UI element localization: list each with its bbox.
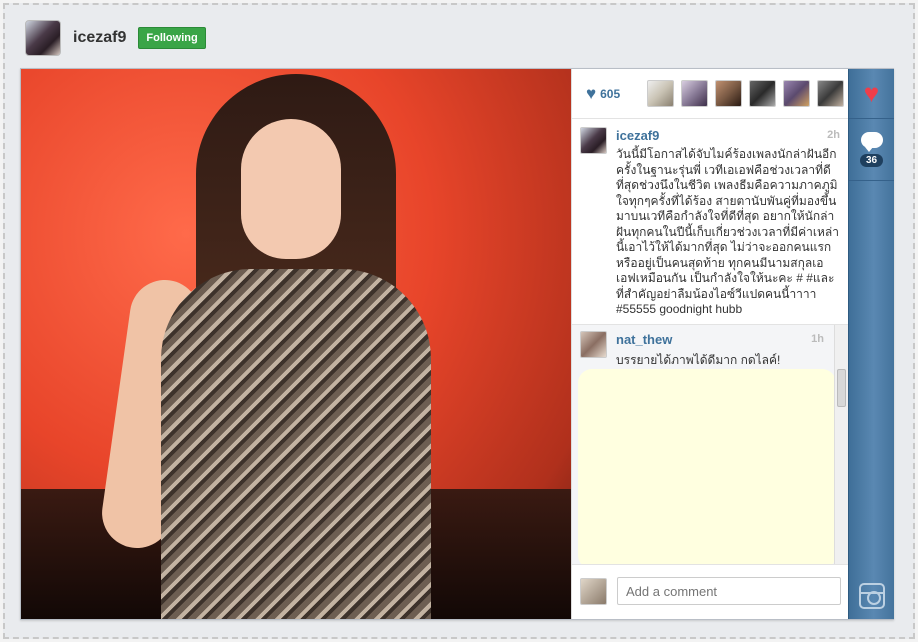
list-item: nat_thew 1h บรรยายได้ภาพได้ดีมาก กดไลค์! <box>572 325 848 367</box>
liker-avatar[interactable] <box>749 80 777 107</box>
likes-bar: ♥ 605 <box>572 69 848 119</box>
user-avatar[interactable] <box>25 20 61 56</box>
viewer-avatar <box>580 577 607 605</box>
instagram-icon[interactable] <box>859 583 885 609</box>
heart-icon: ♥ <box>586 83 597 103</box>
following-button[interactable]: Following <box>138 27 206 49</box>
heart-icon: ♥ <box>863 78 880 108</box>
comment-input[interactable] <box>617 577 841 605</box>
comment-time: 1h <box>811 333 824 345</box>
liker-avatar[interactable] <box>715 80 743 107</box>
post-panel: ♥ 605 icezaf9 2h วันนี้มีโอกาสได้จับไมค์… <box>20 68 894 620</box>
post-caption: icezaf9 2h วันนี้มีโอกาสได้จับไมค์ร้องเพ… <box>572 119 848 325</box>
comments-scrollbar[interactable] <box>834 325 848 564</box>
comment-username[interactable]: nat_thew <box>616 332 672 347</box>
post-sidebar: ♥ 605 icezaf9 2h วันนี้มีโอกาสได้จับไมค์… <box>571 69 848 619</box>
liker-avatar[interactable] <box>647 80 675 107</box>
comment-avatar[interactable] <box>580 331 607 358</box>
post-header: icezaf9 Following <box>17 13 897 63</box>
comment-bubble-icon <box>860 132 883 152</box>
scrollbar-thumb[interactable] <box>837 369 846 407</box>
caption-avatar[interactable] <box>580 127 607 154</box>
comments-count-badge: 36 <box>859 154 884 167</box>
caption-text: วันนี้มีโอกาสได้จับไมค์ร้องเพลงนักล่าฝัน… <box>616 147 840 316</box>
likes-count[interactable]: 605 <box>600 87 640 101</box>
like-button[interactable]: ♥ <box>849 69 894 119</box>
post-photo[interactable] <box>21 69 571 619</box>
comments-list[interactable]: nat_thew 1h บรรยายได้ภาพได้ดีมาก กดไลค์! <box>572 325 848 565</box>
action-bar: ♥ 36 <box>848 69 894 619</box>
add-comment-bar <box>572 565 848 617</box>
caption-time: 2h <box>827 129 840 141</box>
header-username[interactable]: icezaf9 <box>73 29 126 47</box>
liker-avatar[interactable] <box>783 80 811 107</box>
liker-avatar[interactable] <box>817 80 845 107</box>
overlay-box <box>578 369 836 564</box>
liker-avatar[interactable] <box>681 80 709 107</box>
comment-text: บรรยายได้ภาพได้ดีมาก กดไลค์! <box>616 353 781 367</box>
comment-button[interactable]: 36 <box>849 119 894 181</box>
caption-username[interactable]: icezaf9 <box>616 128 659 143</box>
